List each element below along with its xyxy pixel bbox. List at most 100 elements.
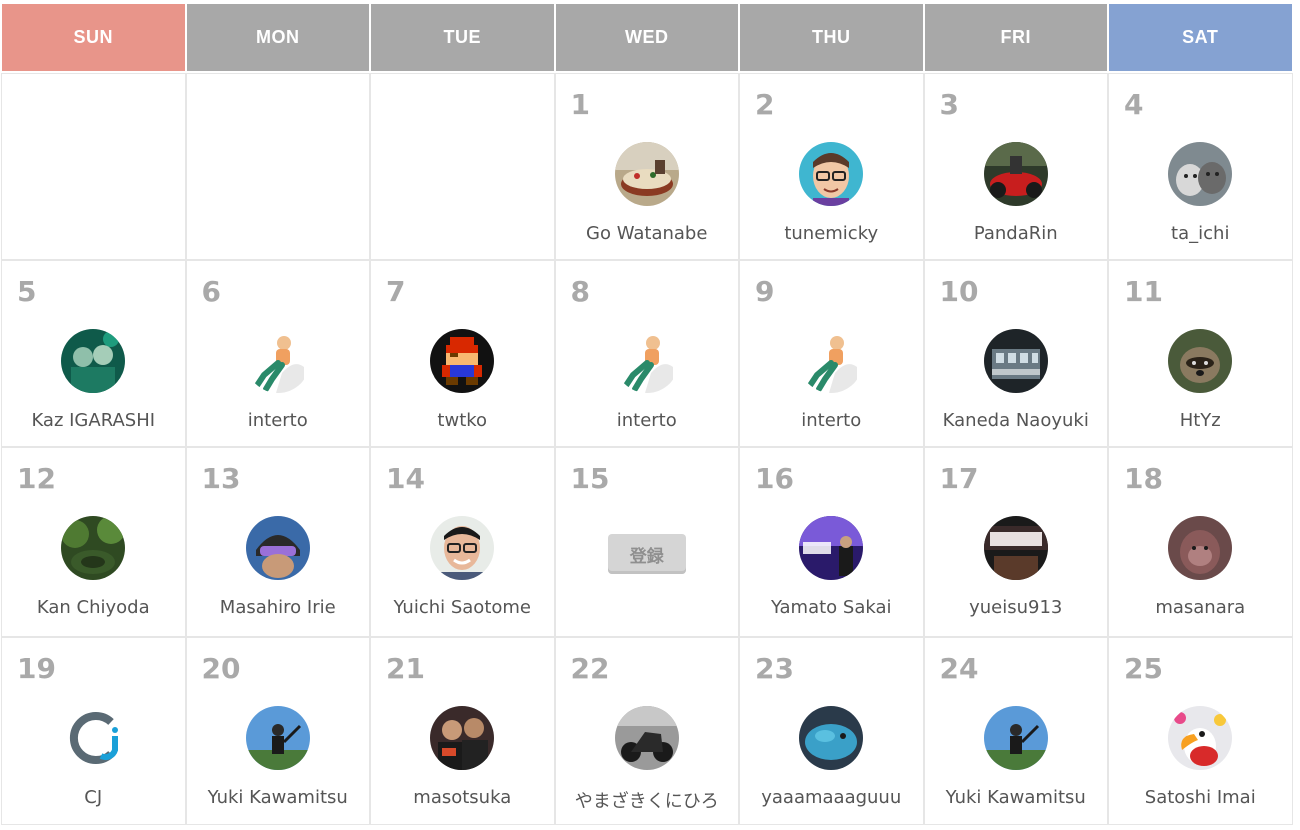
user-name-link[interactable]: HtYz xyxy=(1109,410,1292,431)
user-name-link[interactable]: tunemicky xyxy=(740,223,923,244)
avatar[interactable] xyxy=(799,142,864,206)
day-number: 3 xyxy=(939,88,959,121)
day-cell[interactable]: 19 CJ xyxy=(1,637,186,825)
toucan-icon xyxy=(1168,706,1233,770)
avatar[interactable] xyxy=(245,516,310,580)
raccoon-dog-icon xyxy=(1168,329,1233,393)
user-name-link[interactable]: Yamato Sakai xyxy=(740,597,923,618)
day-number: 13 xyxy=(201,462,241,495)
avatar[interactable] xyxy=(614,706,679,770)
day-cell[interactable]: 10 Kaneda Naoyuki xyxy=(923,260,1108,447)
cats-icon xyxy=(1168,142,1233,206)
stage-purple-icon xyxy=(799,516,864,580)
user-name-link[interactable]: Satoshi Imai xyxy=(1109,787,1292,808)
day-number: 2 xyxy=(755,88,775,121)
day-cell xyxy=(370,73,555,260)
cake-photo-icon xyxy=(614,142,679,206)
day-cell[interactable]: 23 yaaamaaaguuu xyxy=(739,637,924,825)
user-name-link[interactable]: yaaamaaaguuu xyxy=(740,787,923,808)
day-cell[interactable]: 4 ta_ichi xyxy=(1108,73,1293,260)
user-name-link[interactable]: Yuichi Saotome xyxy=(371,597,554,618)
day-number: 5 xyxy=(17,275,37,308)
avatar[interactable] xyxy=(983,516,1048,580)
day-cell[interactable]: 21 masotsuka xyxy=(370,637,555,825)
helmet-person-icon xyxy=(245,516,310,580)
header-mon: MON xyxy=(186,4,369,71)
avatar[interactable] xyxy=(799,706,864,770)
day-number: 7 xyxy=(386,275,406,308)
sitting-figure-icon xyxy=(614,329,679,393)
user-name-link[interactable]: やまざきくにひろ xyxy=(556,787,739,813)
avatar[interactable] xyxy=(1168,706,1233,770)
user-name-link[interactable]: PandaRin xyxy=(925,223,1108,244)
day-number: 6 xyxy=(201,275,221,308)
avatar[interactable] xyxy=(61,329,126,393)
avatar[interactable] xyxy=(799,329,864,393)
day-cell[interactable]: 17 yueisu913 xyxy=(923,447,1108,637)
avatar[interactable] xyxy=(799,516,864,580)
user-name-link[interactable]: CJ xyxy=(2,787,185,808)
avatar[interactable] xyxy=(61,516,126,580)
monkey-icon xyxy=(1168,516,1233,580)
day-cell[interactable]: 18 masanara xyxy=(1108,447,1293,637)
avatar[interactable] xyxy=(614,142,679,206)
user-name-link[interactable]: Go Watanabe xyxy=(556,223,739,244)
day-number: 9 xyxy=(755,275,775,308)
day-cell[interactable]: 6 interto xyxy=(185,260,370,447)
day-cell[interactable]: 8 interto xyxy=(554,260,739,447)
day-cell[interactable]: 9 interto xyxy=(739,260,924,447)
user-name-link[interactable]: masotsuka xyxy=(371,787,554,808)
day-cell xyxy=(185,73,370,260)
user-name-link[interactable]: interto xyxy=(187,410,370,431)
day-cell[interactable]: 15 登録 xyxy=(554,447,739,637)
avatar[interactable] xyxy=(245,329,310,393)
day-cell[interactable]: 24 Yuki Kawamitsu xyxy=(923,637,1108,825)
day-cell[interactable]: 11 HtYz xyxy=(1108,260,1293,447)
user-name-link[interactable]: Kan Chiyoda xyxy=(2,597,185,618)
header-sat: SAT xyxy=(1109,4,1292,71)
user-name-link[interactable]: twtko xyxy=(371,410,554,431)
user-name-link[interactable]: yueisu913 xyxy=(925,597,1108,618)
day-number: 12 xyxy=(17,462,56,495)
avatar[interactable] xyxy=(983,142,1048,206)
sitting-figure-icon xyxy=(799,329,864,393)
day-number: 10 xyxy=(939,275,979,308)
day-cell[interactable]: 22 やまざきくにひろ xyxy=(554,637,739,825)
day-cell[interactable]: 1 Go Watanabe xyxy=(554,73,739,260)
user-name-link[interactable]: Kaz IGARASHI xyxy=(2,410,185,431)
building-dark-icon xyxy=(983,329,1048,393)
user-name-link[interactable]: masanara xyxy=(1109,597,1292,618)
user-name-link[interactable]: Masahiro Irie xyxy=(187,597,370,618)
user-name-link[interactable]: interto xyxy=(556,410,739,431)
day-cell[interactable]: 7 twtko xyxy=(370,260,555,447)
user-name-link[interactable]: ta_ichi xyxy=(1109,223,1292,244)
day-cell[interactable]: 13 Masahiro Irie xyxy=(185,447,370,637)
user-name-link[interactable]: Yuki Kawamitsu xyxy=(187,787,370,808)
avatar[interactable] xyxy=(1168,142,1233,206)
user-name-link[interactable]: interto xyxy=(740,410,923,431)
day-cell[interactable]: 25 Satoshi Imai xyxy=(1108,637,1293,825)
pixel-mario-icon xyxy=(430,329,495,393)
avatar[interactable] xyxy=(430,329,495,393)
avatar[interactable] xyxy=(245,706,310,770)
avatar[interactable] xyxy=(983,329,1048,393)
day-cell[interactable]: 20 Yuki Kawamitsu xyxy=(185,637,370,825)
avatar[interactable] xyxy=(614,329,679,393)
avatar[interactable] xyxy=(1168,329,1233,393)
day-cell[interactable]: 14 Yuichi Saotome xyxy=(370,447,555,637)
sitting-figure-icon xyxy=(245,329,310,393)
user-name-link[interactable]: Yuki Kawamitsu xyxy=(925,787,1108,808)
day-number: 16 xyxy=(755,462,794,495)
register-button[interactable]: 登録 xyxy=(607,534,686,574)
day-cell[interactable]: 2 tunemicky xyxy=(739,73,924,260)
avatar[interactable] xyxy=(430,516,495,580)
day-cell[interactable]: 3 PandaRin xyxy=(923,73,1108,260)
day-cell[interactable]: 5 Kaz IGARASHI xyxy=(1,260,186,447)
avatar[interactable] xyxy=(983,706,1048,770)
user-name-link[interactable]: Kaneda Naoyuki xyxy=(925,410,1108,431)
day-cell[interactable]: 16 Yamato Sakai xyxy=(739,447,924,637)
avatar[interactable] xyxy=(61,706,126,770)
day-cell[interactable]: 12 Kan Chiyoda xyxy=(1,447,186,637)
avatar[interactable] xyxy=(1168,516,1233,580)
avatar[interactable] xyxy=(430,706,495,770)
